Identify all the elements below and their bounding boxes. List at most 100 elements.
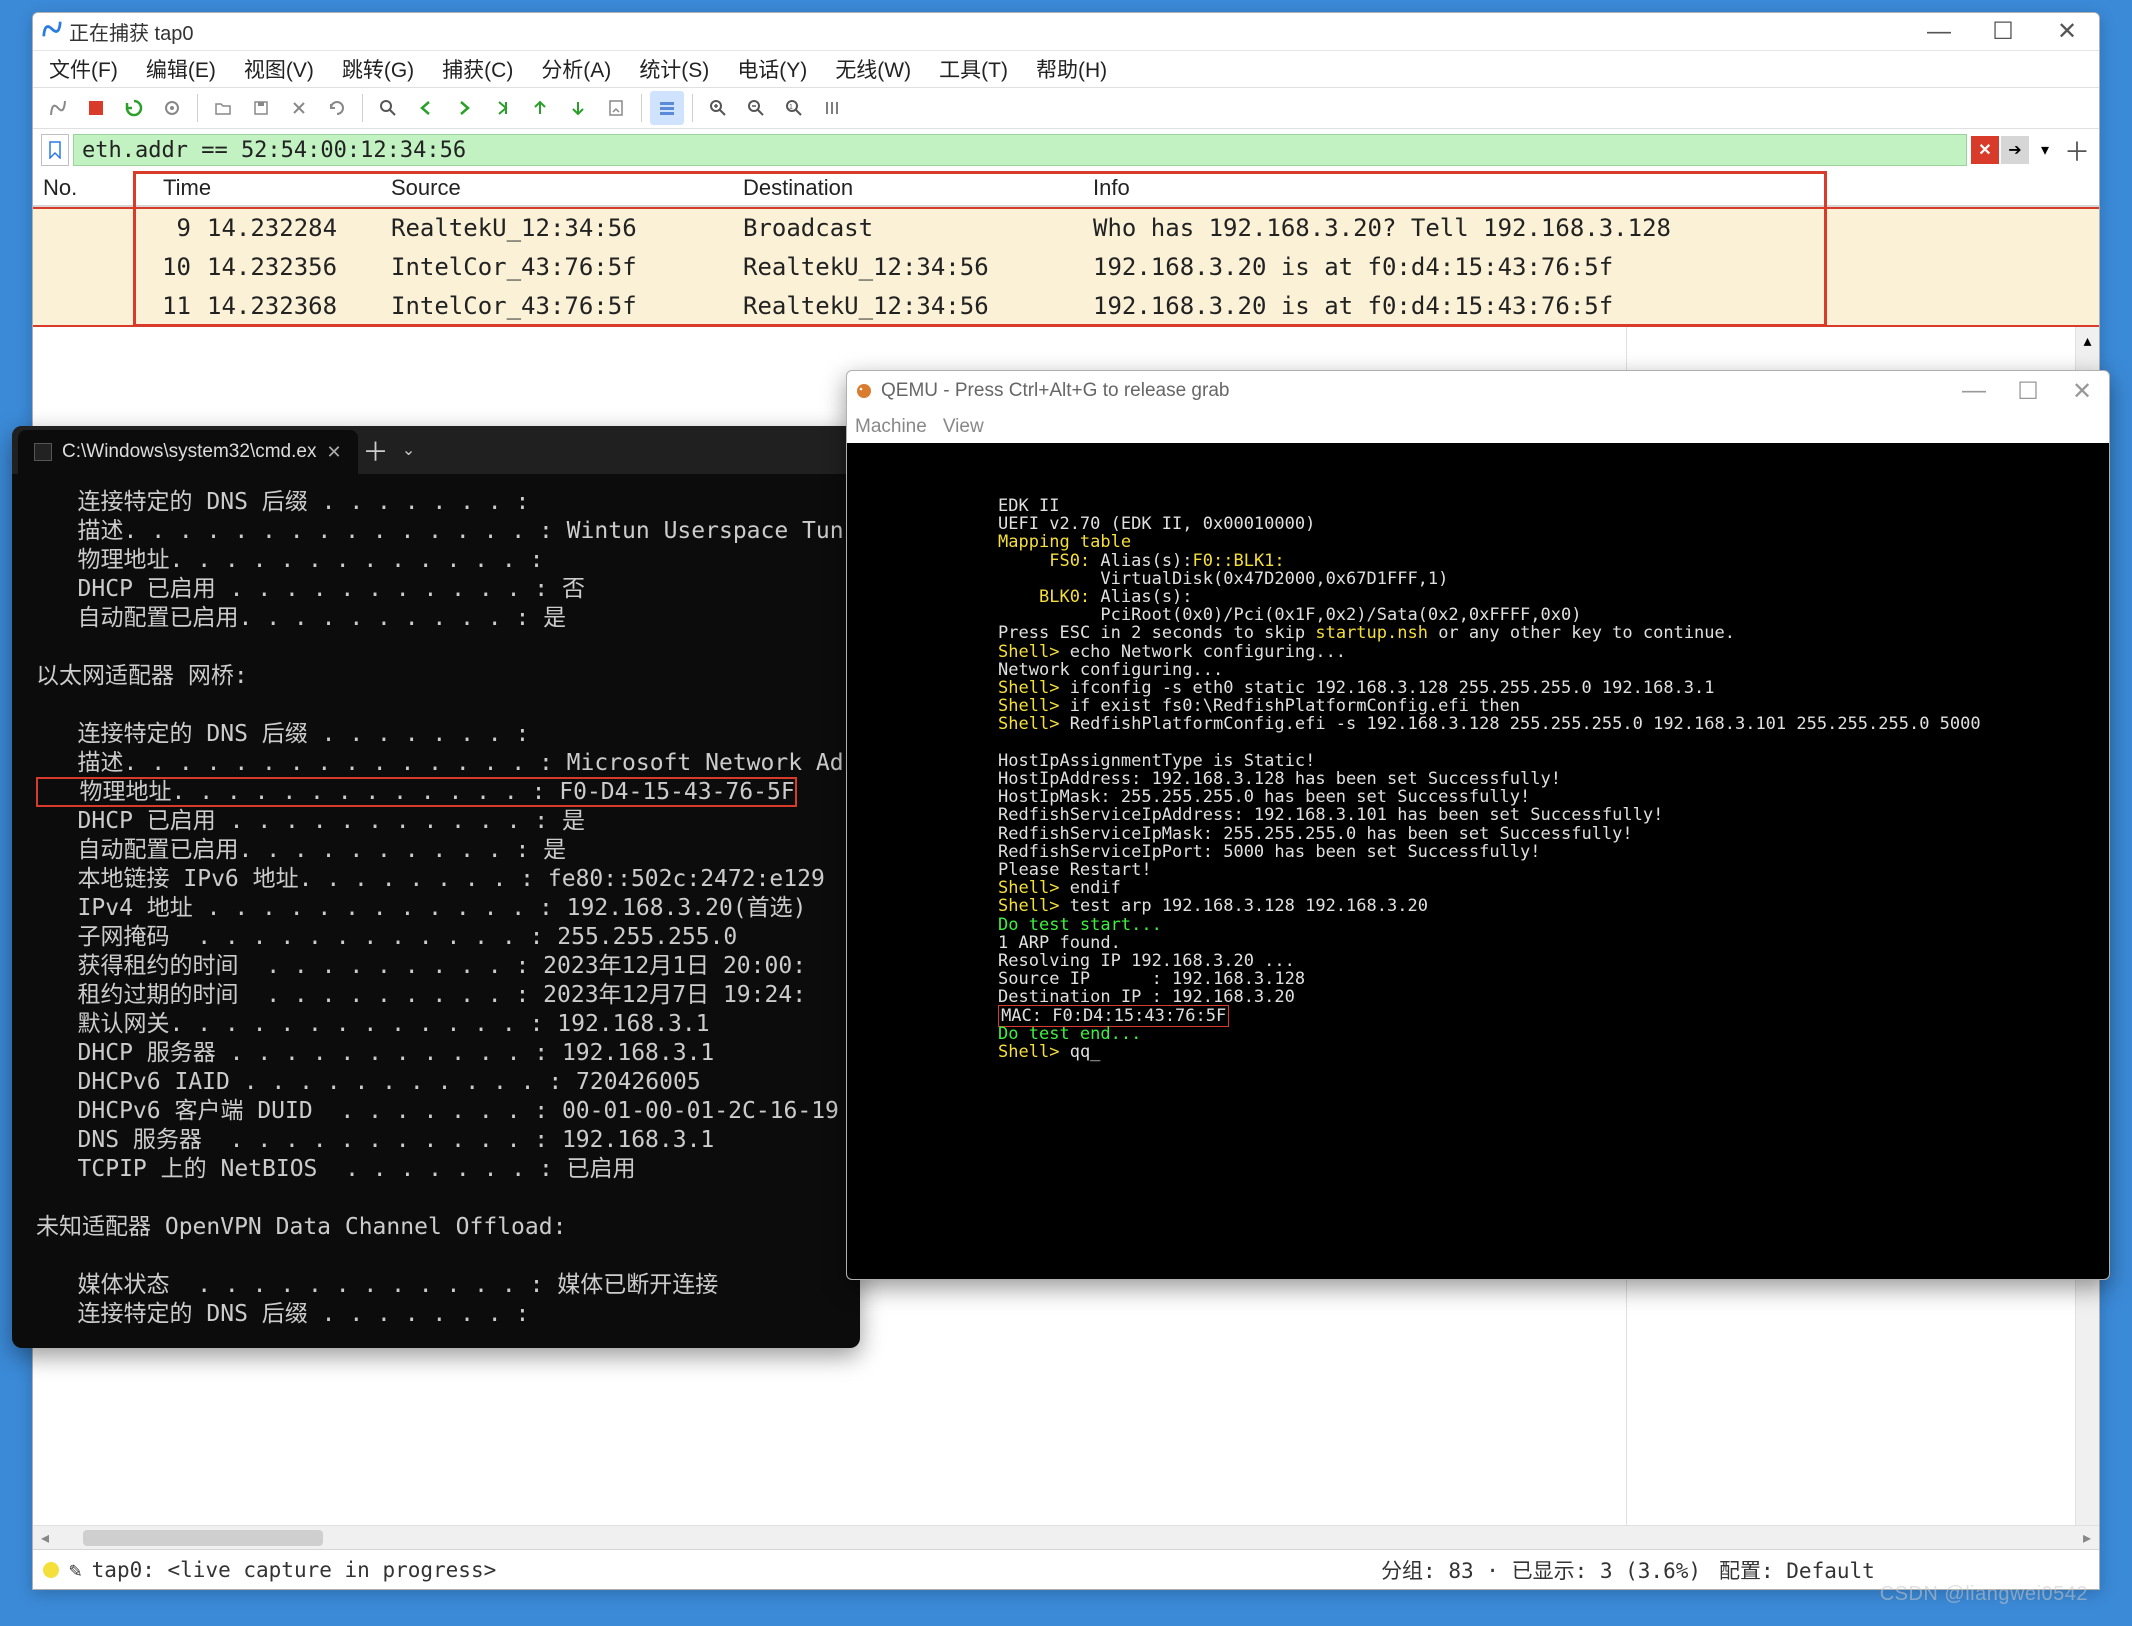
toolbar-separator bbox=[692, 94, 693, 122]
menu-edit[interactable]: 编辑(E) bbox=[142, 52, 220, 86]
packet-row[interactable]: 11 14.232368 IntelCor_43:76:5f RealtekU_… bbox=[33, 287, 2099, 327]
wireshark-menubar: 文件(F) 编辑(E) 视图(V) 跳转(G) 捕获(C) 分析(A) 统计(S… bbox=[33, 51, 2099, 87]
menu-view[interactable]: 视图(V) bbox=[240, 52, 318, 86]
filter-row: eth.addr == 52:54:00:12:34:56 ✕ ➔ ▾ ＋ bbox=[33, 129, 2099, 171]
col-header-source[interactable]: Source bbox=[391, 175, 743, 201]
toolbar-separator bbox=[362, 94, 363, 122]
menu-stats[interactable]: 统计(S) bbox=[635, 52, 713, 86]
zoom-reset-icon[interactable]: 1 bbox=[777, 91, 811, 125]
maximize-button[interactable]: ☐ bbox=[1971, 13, 2035, 50]
menu-file[interactable]: 文件(F) bbox=[45, 52, 122, 86]
cmd-window: C:\Windows\system32\cmd.ex ✕ ＋ ⌄ 连接特定的 D… bbox=[12, 426, 860, 1348]
pkt-time: 14.232368 bbox=[207, 292, 391, 320]
svg-text:1: 1 bbox=[789, 104, 793, 111]
colorize-icon[interactable] bbox=[650, 91, 684, 125]
go-next-icon[interactable] bbox=[447, 91, 481, 125]
packet-row[interactable]: 10 14.232356 IntelCor_43:76:5f RealtekU_… bbox=[33, 247, 2099, 287]
add-filter-button[interactable]: ＋ bbox=[2063, 132, 2091, 169]
find-packet-icon[interactable] bbox=[371, 91, 405, 125]
resize-columns-icon[interactable] bbox=[815, 91, 849, 125]
tab-close-icon[interactable]: ✕ bbox=[326, 442, 341, 463]
close-button[interactable]: ✕ bbox=[2035, 13, 2099, 50]
go-last-icon[interactable] bbox=[561, 91, 595, 125]
go-first-icon[interactable] bbox=[523, 91, 557, 125]
menu-wireless[interactable]: 无线(W) bbox=[831, 52, 915, 86]
clear-filter-icon[interactable]: ✕ bbox=[1971, 136, 1999, 164]
qemu-menubar: Machine View bbox=[847, 411, 2109, 443]
col-header-time[interactable]: Time bbox=[163, 175, 391, 201]
start-capture-icon[interactable] bbox=[41, 91, 75, 125]
capture-options-icon[interactable] bbox=[155, 91, 189, 125]
edit-icon[interactable]: ✎ bbox=[69, 1558, 82, 1582]
stop-capture-icon[interactable] bbox=[79, 91, 113, 125]
zoom-out-icon[interactable] bbox=[739, 91, 773, 125]
qemu-console[interactable]: EDK II UEFI v2.70 (EDK II, 0x00010000) M… bbox=[847, 443, 2109, 1279]
open-file-icon[interactable] bbox=[206, 91, 240, 125]
status-capture: tap0: <live capture in progress> bbox=[92, 1558, 497, 1582]
cmd-output[interactable]: 连接特定的 DNS 后缀 . . . . . . . : 描述. . . . .… bbox=[12, 474, 860, 1348]
qemu-window: QEMU - Press Ctrl+Alt+G to release grab … bbox=[846, 370, 2110, 1280]
qemu-titlebar[interactable]: QEMU - Press Ctrl+Alt+G to release grab … bbox=[847, 371, 2109, 411]
filter-text: eth.addr == 52:54:00:12:34:56 bbox=[82, 138, 466, 163]
pkt-src: IntelCor_43:76:5f bbox=[391, 253, 743, 281]
toolbar-separator bbox=[641, 94, 642, 122]
restart-capture-icon[interactable] bbox=[117, 91, 151, 125]
watermark: CSDN @liangwei0542 bbox=[1880, 1583, 2088, 1606]
wireshark-toolbar: 1 bbox=[33, 87, 2099, 129]
menu-analyze[interactable]: 分析(A) bbox=[537, 52, 615, 86]
filter-buttons: ✕ ➔ ▾ bbox=[1971, 136, 2059, 164]
expert-icon[interactable] bbox=[43, 1562, 59, 1578]
packet-row[interactable]: 9 14.232284 RealtekU_12:34:56 Broadcast … bbox=[33, 207, 2099, 247]
scrollbar-horizontal[interactable]: ◂▸ bbox=[33, 1525, 2099, 1549]
pkt-info: 192.168.3.20 is at f0:d4:15:43:76:5f bbox=[1093, 253, 2099, 281]
pkt-src: RealtekU_12:34:56 bbox=[391, 214, 743, 242]
display-filter-input[interactable]: eth.addr == 52:54:00:12:34:56 bbox=[73, 134, 1967, 166]
col-header-info[interactable]: Info bbox=[1093, 175, 2099, 201]
maximize-button[interactable]: ☐ bbox=[2001, 371, 2055, 411]
pkt-no: 11 bbox=[33, 292, 207, 320]
menu-go[interactable]: 跳转(G) bbox=[338, 52, 418, 86]
qemu-menu-view[interactable]: View bbox=[943, 416, 984, 438]
new-tab-button[interactable]: ＋ bbox=[358, 432, 394, 469]
wireshark-title: 正在捕获 tap0 bbox=[69, 17, 1907, 46]
col-header-no[interactable]: No. bbox=[33, 175, 163, 201]
filter-dropdown-icon[interactable]: ▾ bbox=[2031, 136, 2059, 164]
close-button[interactable]: ✕ bbox=[2055, 371, 2109, 411]
reload-icon[interactable] bbox=[320, 91, 354, 125]
zoom-in-icon[interactable] bbox=[701, 91, 735, 125]
menu-help[interactable]: 帮助(H) bbox=[1032, 52, 1111, 86]
autoscroll-icon[interactable] bbox=[599, 91, 633, 125]
apply-filter-icon[interactable]: ➔ bbox=[2001, 136, 2029, 164]
cmd-tab[interactable]: C:\Windows\system32\cmd.ex ✕ bbox=[18, 430, 358, 474]
qemu-app-icon bbox=[855, 382, 873, 400]
menu-capture[interactable]: 捕获(C) bbox=[438, 52, 517, 86]
jump-to-icon[interactable] bbox=[485, 91, 519, 125]
pkt-info: 192.168.3.20 is at f0:d4:15:43:76:5f bbox=[1093, 292, 2099, 320]
wireshark-titlebar[interactable]: 正在捕获 tap0 — ☐ ✕ bbox=[33, 13, 2099, 51]
go-prev-icon[interactable] bbox=[409, 91, 443, 125]
filter-bookmark-icon[interactable] bbox=[41, 134, 69, 166]
pkt-time: 14.232284 bbox=[207, 214, 391, 242]
pkt-time: 14.232356 bbox=[207, 253, 391, 281]
pkt-no: 10 bbox=[33, 253, 207, 281]
pkt-dst: RealtekU_12:34:56 bbox=[743, 253, 1093, 281]
minimize-button[interactable]: — bbox=[1947, 371, 2001, 411]
statusbar: ✎ tap0: <live capture in progress> 分组: 8… bbox=[33, 1549, 2099, 1589]
status-profile[interactable]: 配置: Default bbox=[1719, 1555, 2089, 1585]
menu-tools[interactable]: 工具(T) bbox=[935, 52, 1012, 86]
wireshark-app-icon bbox=[41, 18, 69, 46]
save-file-icon[interactable] bbox=[244, 91, 278, 125]
pkt-src: IntelCor_43:76:5f bbox=[391, 292, 743, 320]
menu-telephony[interactable]: 电话(Y) bbox=[733, 52, 811, 86]
qemu-menu-machine[interactable]: Machine bbox=[855, 416, 927, 438]
cmd-icon bbox=[34, 443, 52, 461]
close-file-icon[interactable] bbox=[282, 91, 316, 125]
cmd-tabbar[interactable]: C:\Windows\system32\cmd.ex ✕ ＋ ⌄ bbox=[12, 426, 860, 474]
packet-list-headers[interactable]: No. Time Source Destination Info bbox=[33, 171, 2099, 207]
pkt-dst: RealtekU_12:34:56 bbox=[743, 292, 1093, 320]
tab-dropdown-icon[interactable]: ⌄ bbox=[394, 440, 424, 460]
packet-list[interactable]: 9 14.232284 RealtekU_12:34:56 Broadcast … bbox=[33, 207, 2099, 327]
scroll-thumb[interactable] bbox=[83, 1530, 323, 1546]
minimize-button[interactable]: — bbox=[1907, 13, 1971, 50]
col-header-destination[interactable]: Destination bbox=[743, 175, 1093, 201]
